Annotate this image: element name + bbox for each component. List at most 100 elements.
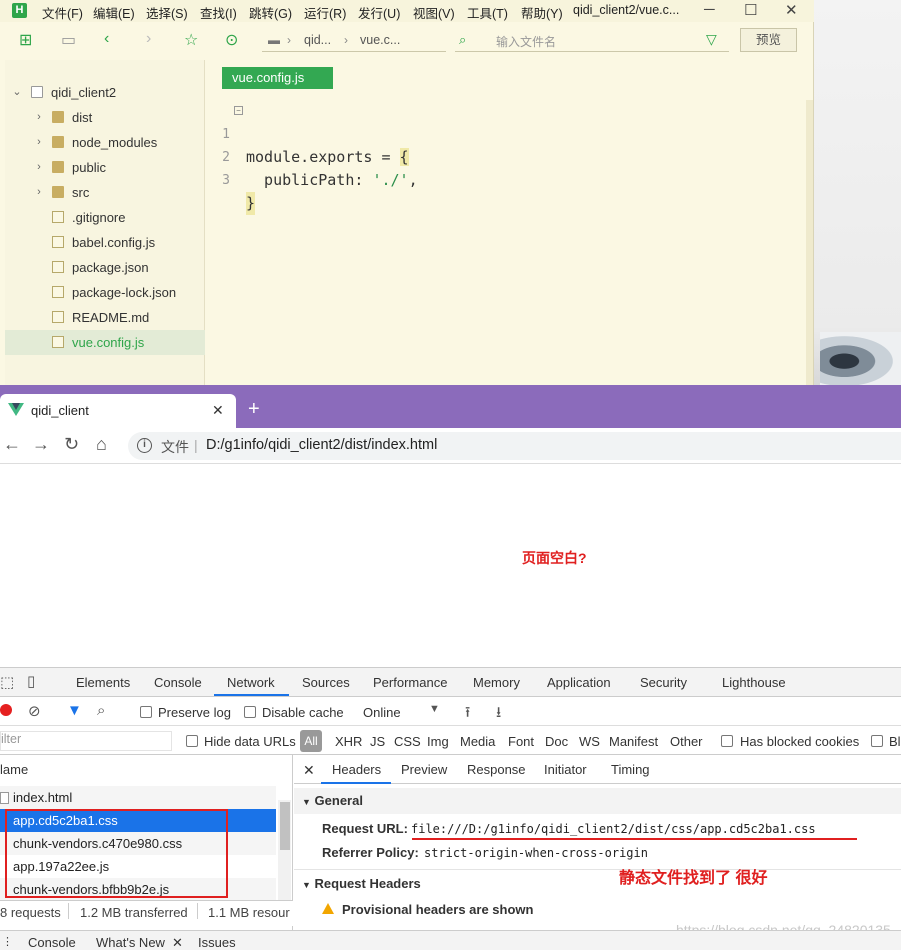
search-icon[interactable]: ⌕ xyxy=(97,702,105,719)
back-arrow-icon[interactable]: ← xyxy=(3,434,21,455)
tree-item[interactable]: › dist xyxy=(5,105,205,130)
menu-run[interactable]: 运行(R) xyxy=(304,3,346,22)
forward-arrow-icon[interactable]: → xyxy=(32,434,50,455)
inspect-icon[interactable]: ⬚ xyxy=(0,673,14,691)
drawer-tab-issues[interactable]: Issues xyxy=(198,935,236,950)
drawer-menu-icon[interactable]: ⋮ xyxy=(2,935,13,948)
new-file-icon[interactable]: ⊞ xyxy=(19,30,32,50)
drawer-tab-console[interactable]: Console xyxy=(28,935,76,950)
chevron-right-icon[interactable]: › xyxy=(33,105,45,130)
chevron-right-icon[interactable]: › xyxy=(33,180,45,205)
tab-sources[interactable]: Sources xyxy=(302,675,350,690)
name-column-header[interactable]: lame xyxy=(0,762,28,777)
close-tab-icon[interactable]: ✕ xyxy=(212,402,224,419)
tab-network[interactable]: Network xyxy=(227,675,275,690)
filter-css[interactable]: CSS xyxy=(394,734,421,749)
tree-item[interactable]: package-lock.json xyxy=(5,280,205,305)
preview-button[interactable]: 预览 xyxy=(740,28,797,52)
filter-all[interactable]: All xyxy=(300,730,322,752)
request-row[interactable]: index.html xyxy=(0,786,276,809)
blocked-cookies-checkbox[interactable] xyxy=(721,735,733,747)
export-har-icon[interactable]: ⭳ xyxy=(496,702,501,727)
throttle-select[interactable]: Online xyxy=(363,705,401,720)
star-icon[interactable]: ☆ xyxy=(184,30,198,50)
forward-icon[interactable]: › xyxy=(146,30,151,48)
general-section-header[interactable]: ▼ General xyxy=(294,788,901,814)
hide-data-urls-checkbox[interactable] xyxy=(186,735,198,747)
menu-goto[interactable]: 跳转(G) xyxy=(249,3,292,22)
menu-edit[interactable]: 编辑(E) xyxy=(93,3,135,22)
tab-elements[interactable]: Elements xyxy=(76,675,130,690)
save-icon[interactable]: ▭ xyxy=(61,30,76,50)
minimize-icon[interactable]: ─ xyxy=(704,1,715,18)
disable-cache-checkbox[interactable] xyxy=(244,706,256,718)
blocked-requests-checkbox[interactable] xyxy=(871,735,883,747)
filter-doc[interactable]: Doc xyxy=(545,734,568,749)
menu-file[interactable]: 文件(F) xyxy=(42,3,83,22)
tab-console[interactable]: Console xyxy=(154,675,202,690)
breadcrumb-project[interactable]: qid... xyxy=(304,33,331,47)
tab-initiator[interactable]: Initiator xyxy=(544,762,587,777)
tree-item[interactable]: › src xyxy=(5,180,205,205)
menu-select[interactable]: 选择(S) xyxy=(146,3,188,22)
device-toolbar-icon[interactable]: ▯ xyxy=(27,672,35,690)
breadcrumb-file[interactable]: vue.c... xyxy=(360,33,400,47)
reload-icon[interactable]: ↻ xyxy=(64,434,79,455)
tree-item[interactable]: .gitignore xyxy=(5,205,205,230)
new-tab-icon[interactable]: + xyxy=(248,398,260,421)
filter-other[interactable]: Other xyxy=(670,734,703,749)
tree-item[interactable]: › node_modules xyxy=(5,130,205,155)
preserve-log-checkbox[interactable] xyxy=(140,706,152,718)
filter-ws[interactable]: WS xyxy=(579,734,600,749)
menu-help[interactable]: 帮助(Y) xyxy=(521,3,563,22)
filter-media[interactable]: Media xyxy=(460,734,495,749)
clear-icon[interactable]: ⊘ xyxy=(28,702,41,720)
tree-item[interactable]: README.md xyxy=(5,305,205,330)
breadcrumb[interactable]: ▬ › qid... › vue.c... xyxy=(262,30,446,52)
import-har-icon[interactable]: ⭱ xyxy=(465,702,470,727)
tree-item[interactable]: › public xyxy=(5,155,205,180)
tab-response[interactable]: Response xyxy=(467,762,526,777)
tree-item[interactable]: package.json xyxy=(5,255,205,280)
tab-application[interactable]: Application xyxy=(547,675,611,690)
filter-input[interactable]: ilter xyxy=(0,731,172,751)
tab-lighthouse[interactable]: Lighthouse xyxy=(722,675,786,690)
filter-xhr[interactable]: XHR xyxy=(335,734,362,749)
menu-publish[interactable]: 发行(U) xyxy=(358,3,400,22)
tab-memory[interactable]: Memory xyxy=(473,675,520,690)
file-search-input[interactable]: ⌕ 输入文件名 ▽ xyxy=(455,30,729,52)
scrollbar-thumb[interactable] xyxy=(280,802,290,850)
record-icon[interactable] xyxy=(0,704,12,716)
filter-js[interactable]: JS xyxy=(370,734,385,749)
menu-find[interactable]: 查找(I) xyxy=(200,3,237,22)
filter-manifest[interactable]: Manifest xyxy=(609,734,658,749)
url-text[interactable]: D:/g1info/qidi_client2/dist/index.html xyxy=(206,437,437,453)
tree-item[interactable]: babel.config.js xyxy=(5,230,205,255)
tree-item[interactable]: vue.config.js xyxy=(5,330,205,355)
tree-root[interactable]: ⌄ qidi_client2 xyxy=(5,80,205,105)
filter-icon[interactable]: ▽ xyxy=(706,31,717,48)
chevron-right-icon[interactable]: › xyxy=(33,155,45,180)
dropdown-arrow-icon[interactable]: ▼ xyxy=(429,703,440,715)
run-icon[interactable]: ⊙ xyxy=(225,30,238,50)
tab-vue-config[interactable]: vue.config.js xyxy=(222,67,333,89)
home-icon[interactable]: ⌂ xyxy=(96,434,107,455)
back-icon[interactable]: ‹ xyxy=(104,30,109,48)
tab-preview[interactable]: Preview xyxy=(401,762,447,777)
drawer-tab-whats-new[interactable]: What's New xyxy=(96,935,165,950)
editor-scrollbar[interactable] xyxy=(806,100,813,385)
filter-funnel-icon[interactable]: ▼ xyxy=(67,702,82,719)
code-editor[interactable]: 1 module.exports = { 2 publicPath: './',… xyxy=(208,96,806,385)
tab-timing[interactable]: Timing xyxy=(611,762,650,777)
tab-headers[interactable]: Headers xyxy=(332,762,381,777)
close-window-icon[interactable]: ✕ xyxy=(785,1,798,19)
close-details-icon[interactable]: ✕ xyxy=(303,762,315,779)
filter-img[interactable]: Img xyxy=(427,734,449,749)
menu-view[interactable]: 视图(V) xyxy=(413,3,455,22)
close-drawer-tab-icon[interactable]: ✕ xyxy=(172,935,183,951)
tab-security[interactable]: Security xyxy=(640,675,687,690)
filter-font[interactable]: Font xyxy=(508,734,534,749)
fold-toggle-icon[interactable]: − xyxy=(234,106,243,115)
tab-performance[interactable]: Performance xyxy=(373,675,447,690)
chevron-right-icon[interactable]: › xyxy=(33,130,45,155)
